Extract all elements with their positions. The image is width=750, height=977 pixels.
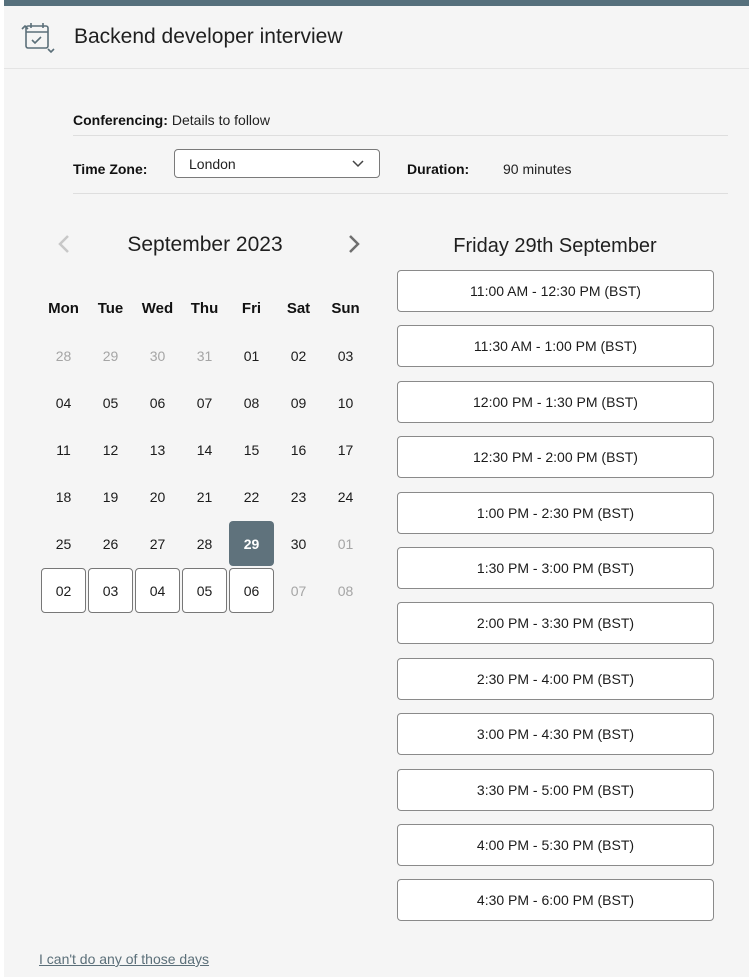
calendar-day[interactable]: 07 xyxy=(182,380,227,425)
calendar-day[interactable]: 10 xyxy=(323,380,368,425)
page-header: Backend developer interview xyxy=(4,6,749,69)
calendar-day: 07 xyxy=(290,582,307,599)
conferencing-row: Conferencing: Details to follow xyxy=(73,104,728,136)
calendar-day[interactable]: 06 xyxy=(229,568,274,613)
calendar-day[interactable]: 19 xyxy=(88,474,133,519)
conferencing-label: Conferencing: xyxy=(73,111,168,128)
calendar-day: 31 xyxy=(196,347,213,364)
weekday-header: Wed xyxy=(141,300,174,317)
calendar-day-selected[interactable]: 29 xyxy=(229,521,274,566)
calendar-header: September 2023 xyxy=(40,230,370,260)
calendar-day[interactable]: 02 xyxy=(276,333,321,378)
calendar-day[interactable]: 02 xyxy=(41,568,86,613)
calendar-day[interactable]: 15 xyxy=(229,427,274,472)
calendar-day: 29 xyxy=(102,347,119,364)
time-slot-button[interactable]: 4:30 PM - 6:00 PM (BST) xyxy=(397,879,714,922)
chevron-down-icon xyxy=(352,160,364,168)
calendar-day[interactable]: 20 xyxy=(135,474,180,519)
calendar-day[interactable]: 25 xyxy=(41,521,86,566)
cant-do-days-link[interactable]: I can't do any of those days xyxy=(39,951,209,967)
calendar-day: 28 xyxy=(55,347,72,364)
calendar-day: 30 xyxy=(149,347,166,364)
chevron-right-icon[interactable] xyxy=(344,232,364,256)
calendar-day[interactable]: 18 xyxy=(41,474,86,519)
time-slot-button[interactable]: 4:00 PM - 5:30 PM (BST) xyxy=(397,823,714,866)
time-slot-button[interactable]: 1:30 PM - 3:00 PM (BST) xyxy=(397,546,714,589)
time-slot-button[interactable]: 2:00 PM - 3:30 PM (BST) xyxy=(397,602,714,645)
calendar-day[interactable]: 01 xyxy=(229,333,274,378)
timezone-select-value: London xyxy=(189,155,236,172)
time-slot-button[interactable]: 3:00 PM - 4:30 PM (BST) xyxy=(397,713,714,756)
time-slot-button[interactable]: 1:00 PM - 2:30 PM (BST) xyxy=(397,491,714,534)
calendar-day[interactable]: 28 xyxy=(182,521,227,566)
calendar-day[interactable]: 14 xyxy=(182,427,227,472)
weekday-header: Thu xyxy=(190,300,219,317)
weekday-header: Sun xyxy=(331,300,360,317)
calendar-day[interactable]: 23 xyxy=(276,474,321,519)
calendar-day[interactable]: 24 xyxy=(323,474,368,519)
weekday-header: Tue xyxy=(97,300,124,317)
duration-value: 90 minutes xyxy=(503,160,572,177)
timezone-label: Time Zone: xyxy=(73,160,148,177)
selected-date-heading: Friday 29th September xyxy=(453,235,657,257)
page-title: Backend developer interview xyxy=(74,25,343,48)
time-slot-button[interactable]: 11:30 AM - 1:00 PM (BST) xyxy=(397,325,714,368)
calendar-day[interactable]: 06 xyxy=(135,380,180,425)
calendar-month-label: September 2023 xyxy=(127,233,283,256)
calendar-day: 08 xyxy=(337,582,354,599)
time-slot-button[interactable]: 11:00 AM - 12:30 PM (BST) xyxy=(397,270,714,312)
weekday-header: Mon xyxy=(48,300,79,317)
calendar-day[interactable]: 22 xyxy=(229,474,274,519)
time-slot-button[interactable]: 12:30 PM - 2:00 PM (BST) xyxy=(397,436,714,479)
weekday-header: Sat xyxy=(286,300,311,317)
calendar-day[interactable]: 08 xyxy=(229,380,274,425)
time-slot-list: 11:00 AM - 12:30 PM (BST) 11:30 AM - 1:00… xyxy=(397,270,714,935)
calendar-day[interactable]: 26 xyxy=(88,521,133,566)
calendar-day: 01 xyxy=(337,535,354,552)
timezone-row: Time Zone: Duration: 90 minutes xyxy=(73,144,728,194)
calendar-grid: Mon Tue Wed Thu Fri Sat Sun 28 29 30 31 01 02… xyxy=(40,285,369,614)
time-slot-button[interactable]: 12:00 PM - 1:30 PM (BST) xyxy=(397,380,714,423)
booking-panel: Backend developer interview Conferencing… xyxy=(4,0,749,977)
calendar-day[interactable]: 05 xyxy=(88,380,133,425)
calendar-day[interactable]: 05 xyxy=(182,568,227,613)
calendar-day[interactable]: 21 xyxy=(182,474,227,519)
conferencing-value: Details to follow xyxy=(171,111,270,128)
calendar-day[interactable]: 03 xyxy=(88,568,133,613)
calendar-day[interactable]: 17 xyxy=(323,427,368,472)
duration-label: Duration: xyxy=(407,160,470,177)
weekday-header: Fri xyxy=(241,300,262,317)
calendar-day[interactable]: 30 xyxy=(276,521,321,566)
calendar-day[interactable]: 27 xyxy=(135,521,180,566)
calendar-day[interactable]: 03 xyxy=(323,333,368,378)
calendar-day[interactable]: 04 xyxy=(41,380,86,425)
calendar-reschedule-icon xyxy=(21,23,55,54)
time-slot-button[interactable]: 3:30 PM - 5:00 PM (BST) xyxy=(397,768,714,811)
calendar-day[interactable]: 11 xyxy=(41,427,86,472)
time-slot-button[interactable]: 2:30 PM - 4:00 PM (BST) xyxy=(397,657,714,700)
timezone-select[interactable]: London xyxy=(174,149,380,178)
calendar-day[interactable]: 04 xyxy=(135,568,180,613)
calendar-day[interactable]: 16 xyxy=(276,427,321,472)
calendar-day[interactable]: 09 xyxy=(276,380,321,425)
calendar-day[interactable]: 13 xyxy=(135,427,180,472)
calendar-day[interactable]: 12 xyxy=(88,427,133,472)
